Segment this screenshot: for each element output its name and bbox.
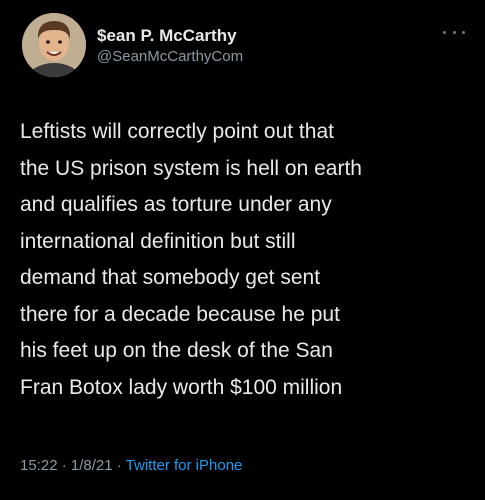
tweet-text-line: Fran Botox lady worth $100 million	[20, 375, 343, 399]
tweet-text-line: Leftists will correctly point out that	[20, 120, 334, 143]
avatar[interactable]	[22, 13, 86, 77]
profile-photo-icon	[22, 13, 86, 77]
tweet-text-line: there for a decade because he put	[20, 302, 340, 326]
tweet-text-line: his feet up on the desk of the San	[20, 339, 333, 362]
meta-separator: ·	[57, 457, 71, 474]
meta-separator: ·	[112, 457, 126, 474]
tweet-text-line: international definition but still	[20, 229, 296, 253]
tweet-date[interactable]: 1/8/21	[71, 457, 113, 474]
tweet-text-line: the US prison system is hell on earth	[20, 156, 362, 180]
dot-icon	[462, 30, 465, 34]
tweet-time[interactable]: 15:22	[20, 457, 58, 474]
user-handle[interactable]: @SeanMcCarthyCom	[97, 47, 243, 67]
display-name[interactable]: $ean P. McCarthy	[97, 26, 243, 46]
tweet-text-line: and qualifies as torture under any	[20, 193, 332, 216]
author-block[interactable]: $ean P. McCarthy @SeanMcCarthyCom	[97, 26, 243, 67]
more-options-icon[interactable]	[443, 26, 465, 38]
tweet: $ean P. McCarthy @SeanMcCarthyCom Leftis…	[0, 0, 485, 500]
dot-icon	[452, 30, 456, 34]
dot-icon	[443, 30, 446, 34]
tweet-text: Leftists will correctly point out that t…	[20, 114, 475, 406]
tweet-source-link[interactable]: Twitter for iPhone	[126, 457, 243, 474]
tweet-meta: 15:22 · 1/8/21 · Twitter for iPhone	[20, 456, 242, 476]
tweet-text-line: demand that somebody get sent	[20, 266, 321, 289]
